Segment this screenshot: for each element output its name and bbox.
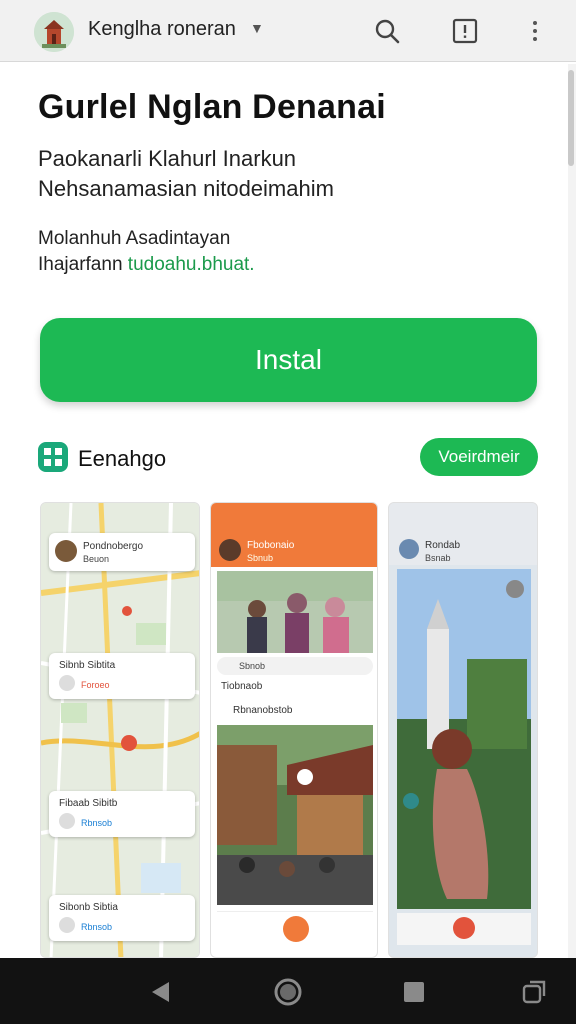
app-subtitle-line2: Nehsanamasian nitodeimahim (38, 176, 334, 201)
install-button[interactable]: Instal (40, 318, 537, 402)
back-icon[interactable] (142, 974, 178, 1010)
account-name[interactable]: Kenglha roneran (88, 18, 236, 41)
recents-icon[interactable] (396, 974, 432, 1010)
card-sub: Foroeo (81, 680, 110, 690)
info-icon[interactable] (448, 14, 482, 48)
map-top-card[interactable]: Pondnobergo Beuon (49, 533, 195, 571)
meta-accent-link[interactable]: tudoahu.bhuat. (128, 254, 255, 275)
card-sub: Rbnsob (81, 922, 113, 932)
place-icon (59, 813, 75, 829)
screenshots-section-header: Eenahgo Voeirdmeir (38, 436, 538, 480)
card-sub: Rbnsob (81, 818, 113, 828)
grid-app-icon (38, 442, 68, 472)
avatar[interactable] (34, 12, 74, 52)
feed-row[interactable]: Sbnob (217, 657, 373, 675)
record-button[interactable] (283, 916, 309, 942)
avatar (55, 540, 77, 562)
detail-bottom-bar (397, 913, 531, 945)
app-detail-content: Gurlel Nglan Denanai Paokanarli Klahurl … (8, 64, 568, 958)
screenshot-carousel[interactable]: Pondnobergo Beuon Sibnb Sibtita Foroeo F… (40, 502, 538, 958)
meta-prefix: Ihajarfann (38, 254, 128, 275)
record-button[interactable] (453, 917, 475, 939)
search-icon[interactable] (370, 14, 404, 48)
card-sub: Beuon (83, 554, 110, 564)
card-title: Pondnobergo (83, 541, 144, 552)
place-icon (59, 917, 75, 933)
avatar (399, 539, 419, 559)
feed-row-text: Rbnanobstob (233, 705, 293, 716)
feed-header: Fbobonaio Sbnub (211, 503, 377, 567)
detail-header-title: Rondab (425, 540, 461, 551)
feed-bottom-bar (217, 911, 373, 945)
home-icon[interactable] (270, 974, 306, 1010)
detail-photo-statue (397, 569, 531, 909)
feed-header-title: Fbobonaio (247, 540, 295, 551)
screenshot-photo-detail[interactable]: Rondab Bsnab (388, 502, 538, 958)
screenshot-map[interactable]: Pondnobergo Beuon Sibnb Sibtita Foroeo F… (40, 502, 200, 958)
detail-header-sub: Bsnab (425, 553, 451, 563)
map-place-card[interactable]: Sibonb Sibtia Rbnsob (49, 895, 195, 941)
map-place-card[interactable]: Sibnb Sibtita Foroeo (49, 653, 195, 699)
scrollbar-track[interactable] (568, 64, 576, 958)
more-vert-icon[interactable] (518, 14, 552, 48)
place-icon (59, 675, 75, 691)
detail-header: Rondab Bsnab (389, 503, 537, 565)
app-meta-line2: Ihajarfann tudoahu.bhuat. (38, 254, 255, 276)
avatar (219, 539, 241, 561)
app-subtitle-line1: Paokanarli Klahurl Inarkun (38, 146, 297, 171)
feed-row-text: Tiobnaob (221, 681, 263, 692)
card-title: Sibonb Sibtia (59, 902, 118, 913)
chevron-down-icon[interactable]: ▼ (250, 20, 264, 36)
app-meta-line1: Molanhuh Asadintayan (38, 228, 231, 249)
card-title: Fibaab Sibitb (59, 798, 118, 809)
temple-avatar-icon (34, 12, 74, 52)
card-title: Sibnb Sibtita (59, 660, 116, 671)
scrollbar-thumb[interactable] (568, 70, 574, 166)
screen-rotate-icon[interactable] (516, 974, 552, 1010)
screenshot-feed[interactable]: Fbobonaio Sbnub Sbnob Tiobnaob Rbnanobst… (210, 502, 378, 958)
feed-header-sub: Sbnub (247, 553, 274, 563)
top-app-bar: Kenglha roneran ▼ (0, 0, 576, 62)
app-title: Gurlel Nglan Denanai (38, 88, 386, 126)
section-label: Eenahgo (78, 446, 167, 471)
map-place-card[interactable]: Fibaab Sibitb Rbnsob (49, 791, 195, 837)
feed-photo-crowd (217, 571, 373, 653)
map-illustration (41, 503, 199, 957)
system-navigation-bar (0, 958, 576, 1024)
feed-photo-pavilion (217, 725, 373, 905)
row-label: Sbnob (239, 661, 266, 671)
see-more-button[interactable]: Voeirdmeir (420, 438, 538, 476)
